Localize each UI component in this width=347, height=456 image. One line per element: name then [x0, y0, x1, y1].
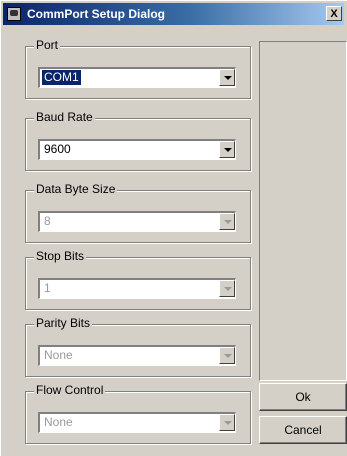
port-dropdown-button[interactable]	[219, 69, 235, 86]
dropdown-arrow-icon	[224, 354, 232, 358]
title-bar[interactable]: CommPort Setup Dialog X	[3, 3, 344, 25]
data-byte-size-group: Data Byte Size 8	[25, 182, 251, 243]
flow-control-select[interactable]: None	[38, 412, 236, 433]
stop-bits-select[interactable]: 1	[38, 278, 236, 299]
baud-rate-label: Baud Rate	[34, 110, 95, 124]
baud-rate-group: Baud Rate 9600	[25, 110, 251, 171]
flow-control-group: Flow Control None	[25, 383, 251, 444]
dropdown-arrow-icon	[224, 220, 232, 224]
port-value: COM1	[42, 70, 81, 85]
parity-bits-label: Parity Bits	[34, 316, 93, 330]
parity-bits-select[interactable]: None	[38, 345, 236, 366]
ok-button[interactable]: Ok	[259, 383, 347, 411]
stop-bits-dropdown-button[interactable]	[219, 280, 235, 297]
flow-control-label: Flow Control	[34, 383, 106, 397]
parity-bits-dropdown-button[interactable]	[219, 347, 235, 364]
stop-bits-value: 1	[44, 281, 51, 295]
dropdown-arrow-icon	[224, 76, 232, 80]
commport-setup-dialog: CommPort Setup Dialog X Port COM1 Baud R…	[0, 0, 347, 456]
data-byte-size-value: 8	[44, 214, 51, 228]
data-byte-size-label: Data Byte Size	[34, 182, 118, 196]
flow-control-dropdown-button[interactable]	[219, 414, 235, 431]
close-button[interactable]: X	[326, 6, 342, 21]
baud-rate-value: 9600	[44, 142, 71, 156]
dropdown-arrow-icon	[224, 421, 232, 425]
right-panel	[259, 41, 347, 381]
app-icon	[7, 7, 21, 21]
baud-rate-select[interactable]: 9600	[38, 139, 236, 160]
dropdown-arrow-icon	[224, 148, 232, 152]
stop-bits-group: Stop Bits 1	[25, 249, 251, 310]
baud-rate-dropdown-button[interactable]	[219, 141, 235, 158]
parity-bits-value: None	[44, 348, 73, 362]
port-select[interactable]: COM1	[38, 67, 236, 88]
data-byte-size-select[interactable]: 8	[38, 211, 236, 232]
port-group: Port COM1	[25, 38, 251, 99]
cancel-button[interactable]: Cancel	[259, 416, 347, 444]
data-byte-size-dropdown-button[interactable]	[219, 213, 235, 230]
dropdown-arrow-icon	[224, 287, 232, 291]
port-label: Port	[34, 38, 61, 52]
parity-bits-group: Parity Bits None	[25, 316, 251, 377]
window-title: CommPort Setup Dialog	[27, 7, 166, 21]
stop-bits-label: Stop Bits	[34, 249, 87, 263]
flow-control-value: None	[44, 415, 73, 429]
